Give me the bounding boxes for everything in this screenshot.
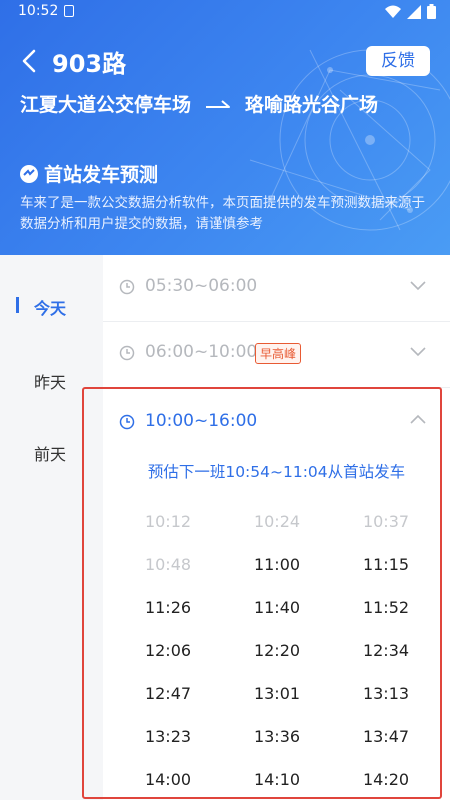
prediction-disclaimer: 车来了是一款公交数据分析软件，本页面提供的发车预测数据来源于数据分析和用户提交的… [20, 195, 425, 232]
departure-time: 13:13 [362, 684, 410, 703]
departure-time: 12:47 [144, 684, 192, 703]
feedback-button[interactable]: 反馈 [366, 46, 430, 76]
battery-icon [427, 4, 436, 19]
chevron-down-icon[interactable] [410, 281, 426, 291]
sidebar-item-label: 今天 [34, 299, 67, 318]
departure-time: 10:24 [253, 512, 301, 531]
time-slot-label: 05:30~06:00 [145, 276, 258, 296]
route-stations: 江夏大道公交停车场 珞喻路光谷广场 [20, 90, 378, 117]
departure-time: 12:20 [253, 641, 301, 660]
sidebar-item-today[interactable]: 今天 [0, 285, 103, 325]
departure-time: 13:23 [144, 727, 192, 746]
departure-time: 10:37 [362, 512, 410, 531]
prediction-title-text: 首站发车预测 [44, 164, 159, 186]
route-name-title: 903路 [52, 50, 127, 78]
notification-icon [64, 5, 74, 17]
clock-icon [119, 345, 135, 361]
sidebar-item-label: 前天 [34, 445, 67, 464]
sidebar-item-day-before[interactable]: 前天 [0, 431, 103, 471]
morning-peak-badge: 早高峰 [255, 343, 302, 364]
signal-icon [407, 4, 421, 19]
clock-icon [119, 279, 135, 295]
departure-time: 12:34 [362, 641, 410, 660]
time-slot-label: 06:00~10:00 [145, 342, 258, 362]
sidebar-item-yesterday[interactable]: 昨天 [0, 359, 103, 399]
destination-station: 珞喻路光谷广场 [245, 94, 379, 116]
expanded-time-slot: 10:00~16:00 预估下一班10:54~11:04从首站发车 10:12 1… [103, 390, 450, 800]
status-icons [385, 4, 436, 19]
sidebar-item-label: 昨天 [34, 373, 67, 392]
departure-time: 11:00 [253, 555, 301, 574]
active-indicator [16, 297, 19, 313]
header-banner: 10:52 903路 反馈 江夏大道公交停车场 珞喻路光谷广场 首站发车预测 车… [0, 0, 450, 255]
departure-time: 13:36 [253, 727, 301, 746]
departure-time: 12:06 [144, 641, 192, 660]
next-departure-estimate: 预估下一班10:54~11:04从首站发车 [147, 463, 406, 481]
departure-time: 14:20 [362, 770, 410, 789]
departure-time: 11:40 [253, 598, 301, 617]
time-slot-list: 05:30~06:00 06:00~10:00 早高峰 10:00~16:00 … [103, 255, 450, 800]
status-bar: 10:52 [0, 0, 450, 24]
time-slot-row[interactable]: 06:00~10:00 早高峰 [103, 321, 450, 388]
departure-time: 10:48 [144, 555, 192, 574]
departure-time: 11:26 [144, 598, 192, 617]
time-slot-row[interactable]: 05:30~06:00 [103, 255, 450, 322]
departure-time: 14:10 [253, 770, 301, 789]
departure-time: 10:12 [144, 512, 192, 531]
prediction-icon [20, 164, 38, 183]
direction-arrow-icon [206, 99, 231, 108]
departure-time: 11:15 [362, 555, 410, 574]
chevron-up-icon[interactable] [410, 414, 426, 424]
navigation-bar: 903路 反馈 [0, 40, 450, 84]
time-slot-label[interactable]: 10:00~16:00 [145, 411, 257, 431]
departure-time: 11:52 [362, 598, 410, 617]
departure-time: 13:47 [362, 727, 410, 746]
day-sidebar: 今天 昨天 前天 [0, 255, 103, 800]
status-time: 10:52 [18, 3, 59, 19]
wifi-icon [385, 5, 401, 18]
chevron-down-icon[interactable] [410, 347, 426, 357]
prediction-section-title: 首站发车预测 [20, 160, 158, 187]
back-arrow-icon[interactable] [16, 46, 44, 76]
departure-time: 13:01 [253, 684, 301, 703]
clock-icon [119, 414, 135, 430]
departure-time: 14:00 [144, 770, 192, 789]
origin-station: 江夏大道公交停车场 [20, 94, 192, 116]
